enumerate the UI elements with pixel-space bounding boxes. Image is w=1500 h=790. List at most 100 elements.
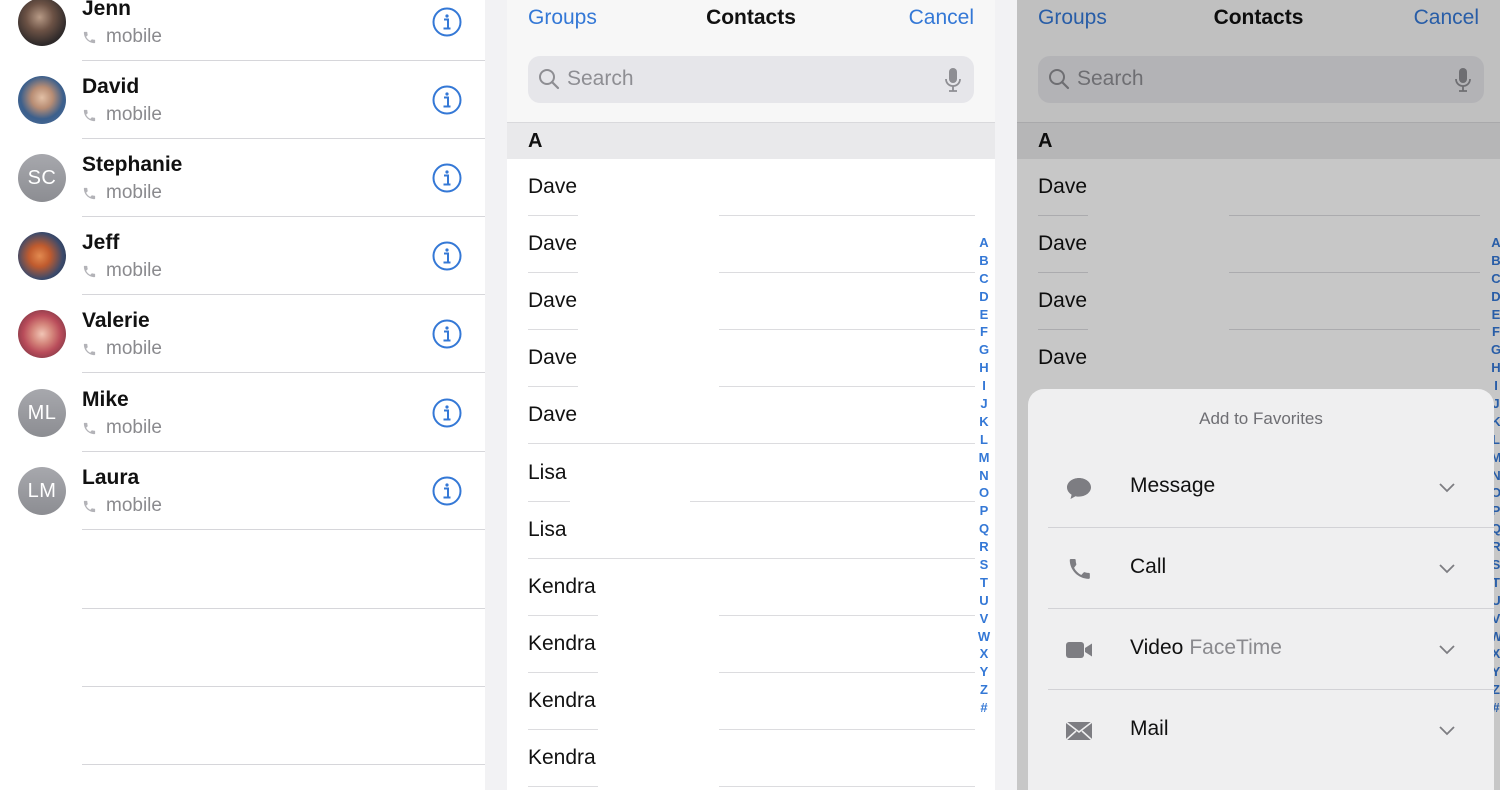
index-letter[interactable]: # xyxy=(975,699,993,717)
favorite-name: David xyxy=(82,75,140,98)
index-letter[interactable]: N xyxy=(975,467,993,485)
index-letter[interactable]: O xyxy=(975,484,993,502)
microphone-icon[interactable] xyxy=(944,67,962,93)
message-label: Message xyxy=(1130,474,1216,497)
row-separator xyxy=(528,786,598,787)
sheet-title: Add to Favorites xyxy=(1199,409,1323,428)
index-letter[interactable]: I xyxy=(975,377,993,395)
favorite-label: mobile xyxy=(82,26,162,48)
contact-row[interactable]: Lisa xyxy=(507,445,995,502)
info-icon[interactable] xyxy=(432,85,462,115)
info-icon[interactable] xyxy=(432,476,462,506)
index-letter[interactable]: U xyxy=(975,592,993,610)
favorite-name: Mike xyxy=(82,388,129,411)
index-letter[interactable]: Q xyxy=(975,520,993,538)
favorite-row[interactable]: Valerie mobile xyxy=(0,295,485,373)
video-action[interactable]: Video FaceTime xyxy=(1028,609,1494,690)
favorite-row[interactable]: Jenn mobile xyxy=(0,0,485,61)
contact-row[interactable]: Kendra xyxy=(507,559,995,616)
index-letter[interactable]: X xyxy=(975,645,993,663)
contact-row[interactable]: Dave xyxy=(507,159,995,216)
avatar xyxy=(18,310,66,358)
empty-row-separator xyxy=(82,686,485,687)
contact-row[interactable]: Kendra xyxy=(507,616,995,673)
contact-row[interactable]: Dave xyxy=(507,330,995,387)
favorite-label: mobile xyxy=(82,260,162,282)
index-letter[interactable]: F xyxy=(975,323,993,341)
index-letter[interactable]: E xyxy=(975,306,993,324)
index-letter[interactable]: H xyxy=(975,359,993,377)
index-letter[interactable]: Y xyxy=(975,663,993,681)
index-letter[interactable]: B xyxy=(975,252,993,270)
envelope-icon xyxy=(1065,721,1093,741)
index-letter[interactable]: K xyxy=(975,413,993,431)
index-letter[interactable]: T xyxy=(975,574,993,592)
favorite-label: mobile xyxy=(82,104,162,126)
cancel-button[interactable]: Cancel xyxy=(909,6,974,30)
index-letter[interactable]: M xyxy=(975,449,993,467)
contact-row[interactable]: Lisa xyxy=(507,502,995,559)
screen-gutter xyxy=(485,0,507,790)
add-to-favorites-sheet: Add to Favorites Message Call Video FaceT… xyxy=(1028,389,1494,790)
contact-row[interactable]: Kendra xyxy=(507,673,995,730)
phone-icon xyxy=(83,422,96,434)
index-letter[interactable]: G xyxy=(975,341,993,359)
empty-row-separator xyxy=(82,764,485,765)
row-separator xyxy=(719,786,975,787)
facetime-label: FaceTime xyxy=(1189,636,1282,659)
info-icon[interactable] xyxy=(432,398,462,428)
phone-icon xyxy=(83,187,96,199)
section-index[interactable]: A B C D E F G H I J K L M N O P Q R S T … xyxy=(975,234,993,717)
index-letter[interactable]: W xyxy=(975,628,993,646)
mail-label: Mail xyxy=(1130,717,1169,740)
index-letter[interactable]: C xyxy=(975,270,993,288)
favorite-name: Laura xyxy=(82,466,140,489)
row-separator xyxy=(82,529,485,530)
search-field[interactable]: Search xyxy=(528,56,974,103)
info-icon[interactable] xyxy=(432,163,462,193)
chevron-down-icon xyxy=(1439,726,1455,736)
search-icon xyxy=(539,69,560,90)
favorite-row[interactable]: SC Stephanie mobile xyxy=(0,139,485,217)
index-letter[interactable]: V xyxy=(975,610,993,628)
favorite-row[interactable]: Jeff mobile xyxy=(0,217,485,295)
call-action[interactable]: Call xyxy=(1028,528,1494,609)
chevron-down-icon xyxy=(1439,645,1455,655)
empty-row-separator xyxy=(82,608,485,609)
contact-row[interactable]: Kendra xyxy=(507,730,995,787)
info-icon[interactable] xyxy=(432,241,462,271)
index-letter[interactable]: L xyxy=(975,431,993,449)
index-letter[interactable]: J xyxy=(975,395,993,413)
favorite-row[interactable]: David mobile xyxy=(0,61,485,139)
favorite-row[interactable]: ML Mike mobile xyxy=(0,374,485,452)
phone-icon xyxy=(83,343,96,355)
phone-icon xyxy=(83,31,96,43)
index-letter[interactable]: Z xyxy=(975,681,993,699)
favorite-name: Jeff xyxy=(82,231,120,254)
favorite-label: mobile xyxy=(82,182,162,204)
favorite-name: Valerie xyxy=(82,309,150,332)
index-letter[interactable]: A xyxy=(975,234,993,252)
favorites-list-panel: Jenn mobile David mobile SC Stephanie mo… xyxy=(0,0,485,790)
phone-icon xyxy=(83,500,96,512)
contact-row[interactable]: Dave xyxy=(507,273,995,330)
mail-action[interactable]: Mail xyxy=(1028,690,1494,771)
avatar: ML xyxy=(18,389,66,437)
favorite-label: mobile xyxy=(82,338,162,360)
index-letter[interactable]: P xyxy=(975,502,993,520)
message-action[interactable]: Message xyxy=(1028,447,1494,528)
add-to-favorites-panel: Groups Contacts Cancel Search A Dave Dav… xyxy=(1017,0,1500,790)
info-icon[interactable] xyxy=(432,7,462,37)
index-letter[interactable]: D xyxy=(975,288,993,306)
favorite-name: Stephanie xyxy=(82,153,183,176)
favorite-row[interactable]: LM Laura mobile xyxy=(0,452,485,530)
index-letter[interactable]: R xyxy=(975,538,993,556)
call-label: Call xyxy=(1130,555,1167,578)
avatar xyxy=(18,232,66,280)
contact-row[interactable]: Dave xyxy=(507,387,995,444)
contact-row[interactable]: Dave xyxy=(507,216,995,273)
row-separator xyxy=(82,372,485,373)
info-icon[interactable] xyxy=(432,319,462,349)
favorite-label: mobile xyxy=(82,495,162,517)
index-letter[interactable]: S xyxy=(975,556,993,574)
